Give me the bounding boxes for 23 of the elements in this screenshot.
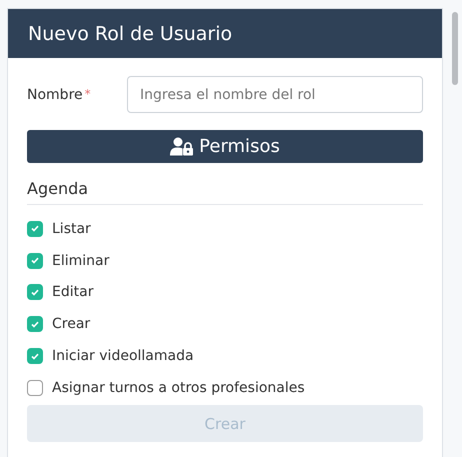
checkbox[interactable] [27,252,43,269]
permission-label: Asignar turnos a otros profesionales [52,380,305,396]
permission-label: Crear [52,316,90,332]
user-lock-icon [170,137,194,156]
permission-label: Iniciar videollamada [52,348,194,364]
checkbox[interactable] [27,220,43,237]
permissions-button[interactable]: Permisos [27,130,423,163]
check-icon [31,225,39,232]
check-icon [31,288,39,296]
required-mark: * [84,86,91,102]
permission-label: Listar [52,220,91,237]
checkbox[interactable] [27,348,43,364]
checkbox[interactable] [27,380,43,396]
permission-label: Editar [52,284,94,300]
permission-label: Eliminar [52,252,110,269]
window-title: Nuevo Rol de Usuario [28,22,232,44]
section-title: Agenda [27,179,423,205]
check-icon [31,320,39,328]
checkbox[interactable] [27,284,43,300]
check-icon [31,257,39,264]
check-icon [31,352,39,360]
name-input-field[interactable]: Ingresa el nombre del rol [127,76,423,113]
checkbox[interactable] [27,316,43,332]
